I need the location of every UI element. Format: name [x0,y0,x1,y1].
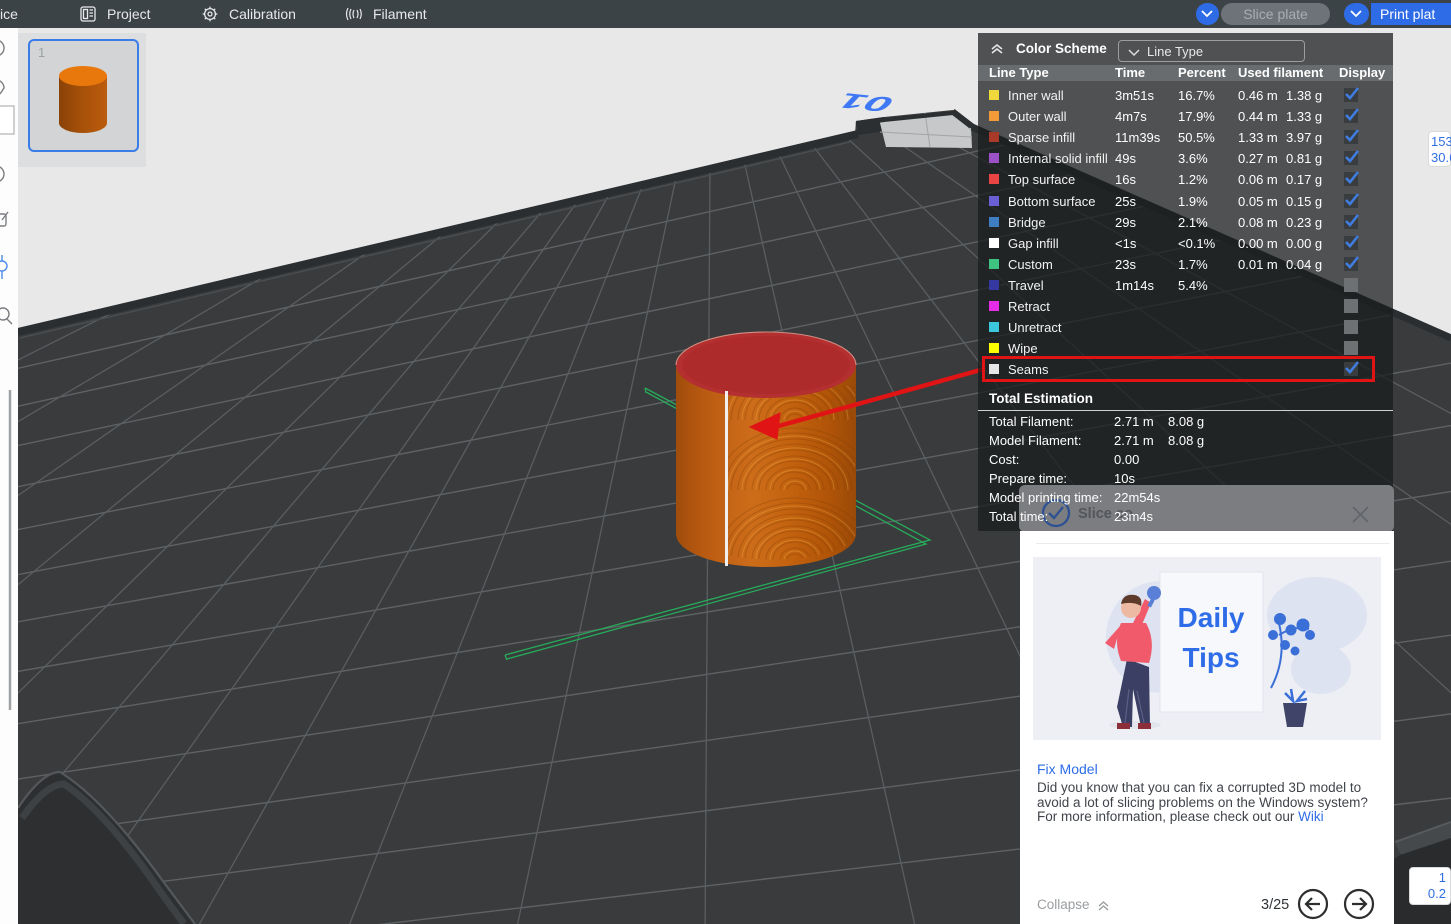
svg-text:Daily: Daily [1178,602,1245,633]
svg-text:Slice co: Slice co [1078,506,1133,522]
svg-text:Tips: Tips [1182,642,1239,673]
